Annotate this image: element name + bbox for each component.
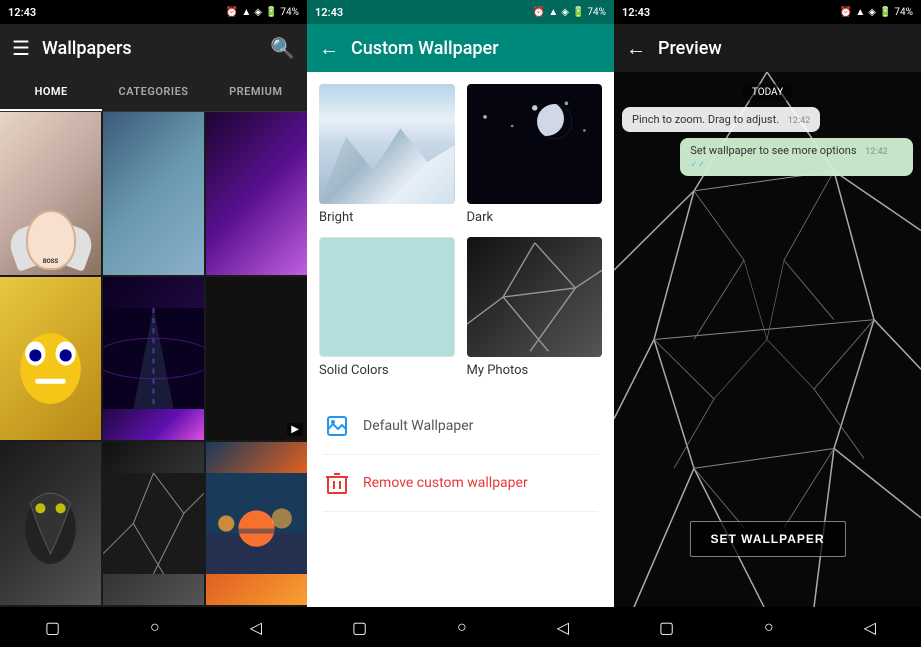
signal-icon-3: ▲ [855,7,865,18]
time-3: 12:43 [622,6,650,19]
search-icon[interactable]: 🔍 [270,36,295,60]
option-dark[interactable]: Dark [467,84,603,225]
option-actions: Default Wallpaper Remove custom wallpape… [307,390,614,520]
back-icon-2[interactable]: ← [319,36,339,61]
status-icons-2: ⏰ ▲ ◈ 🔋 74% [533,7,606,18]
chat-bubbles: TODAY Pinch to zoom. Drag to adjust. 12:… [614,84,921,176]
panel-custom-wallpaper: 12:43 ⏰ ▲ ◈ 🔋 74% ← Custom Wallpaper Bri… [307,0,614,647]
nav-square-3[interactable]: ▢ [659,618,674,637]
toolbar-3: ← Preview [614,24,921,72]
tab-home[interactable]: HOME [0,72,102,111]
wifi-icon-3: ◈ [868,7,876,18]
time-2: 12:43 [315,6,343,19]
solid-label: Solid Colors [319,363,455,378]
nav-triangle-3[interactable]: ◁ [864,618,876,637]
action-remove[interactable]: Remove custom wallpaper [323,455,598,512]
wifi-icon-2: ◈ [561,7,569,18]
wallpaper-options-grid: Bright Dark Solid Colors [307,72,614,390]
wallpaper-cell-sunset[interactable] [206,442,307,605]
panel3-title: Preview [658,38,909,59]
status-bar-3: 12:43 ⏰ ▲ ◈ 🔋 74% [614,0,921,24]
panel-wallpapers: 12:43 ⏰ ▲ ◈ 🔋 74% ☰ Wallpapers 🔍 HOME CA… [0,0,307,647]
nav-bar-1: ▢ ○ ◁ [0,607,307,647]
nav-square-2[interactable]: ▢ [352,618,367,637]
panel2-title: Custom Wallpaper [351,38,602,59]
status-bar-1: 12:43 ⏰ ▲ ◈ 🔋 74% [0,0,307,24]
wallpaper-cell-umbrella[interactable] [103,112,204,275]
myphotos-label: My Photos [467,363,603,378]
battery-pct-1: 74% [280,7,299,18]
tabs-bar: HOME CATEGORIES PREMIUM [0,72,307,112]
nav-square-1[interactable]: ▢ [45,618,60,637]
nav-circle-3[interactable]: ○ [764,617,774,637]
solid-thumb [319,237,455,357]
wallpaper-cell-dragon[interactable] [0,442,101,605]
tab-categories[interactable]: CATEGORIES [102,72,204,111]
alarm-icon: ⏰ [226,7,238,18]
tab-premium[interactable]: PREMIUM [205,72,307,111]
status-icons-3: ⏰ ▲ ◈ 🔋 74% [840,7,913,18]
bubble-1: Pinch to zoom. Drag to adjust. 12:42 [622,107,820,132]
nav-triangle-1[interactable]: ◁ [250,618,262,637]
nav-bar-2: ▢ ○ ◁ [307,607,614,647]
battery-icon: 🔋 [265,7,277,18]
wallpaper-cell-video[interactable]: ▶ [206,277,307,440]
dark-thumb [467,84,603,204]
wallpaper-cell-galaxy[interactable] [206,112,307,275]
dark-label: Dark [467,210,603,225]
date-badge: TODAY [742,84,793,101]
status-icons-1: ⏰ ▲ ◈ 🔋 74% [226,7,299,18]
remove-wallpaper-icon [323,469,351,497]
action-default[interactable]: Default Wallpaper [323,398,598,455]
wallpaper-cell-sponge[interactable] [0,277,101,440]
panel-preview: 12:43 ⏰ ▲ ◈ 🔋 74% ← Preview [614,0,921,647]
wallpaper-grid: BOSS ▶ [0,112,307,607]
option-myphotos[interactable]: My Photos [467,237,603,378]
bright-thumb [319,84,455,204]
default-wallpaper-label: Default Wallpaper [363,418,473,434]
signal-icon: ▲ [241,7,251,18]
alarm-icon-3: ⏰ [840,7,852,18]
back-icon-3[interactable]: ← [626,36,646,61]
alarm-icon-2: ⏰ [533,7,545,18]
toolbar-2: ← Custom Wallpaper [307,24,614,72]
nav-bar-3: ▢ ○ ◁ [614,607,921,647]
signal-icon-2: ▲ [548,7,558,18]
bubble-1-time: 12:42 [788,116,810,126]
tick-icon: ✓✓ [690,160,705,170]
toolbar-1: ☰ Wallpapers 🔍 [0,24,307,72]
status-bar-2: 12:43 ⏰ ▲ ◈ 🔋 74% [307,0,614,24]
wallpaper-cell-shatter[interactable] [103,442,204,605]
battery-pct-3: 74% [894,7,913,18]
bright-label: Bright [319,210,455,225]
wallpaper-cell-road[interactable] [103,277,204,440]
default-wallpaper-icon [323,412,351,440]
app-title: Wallpapers [42,38,258,59]
hamburger-icon[interactable]: ☰ [12,36,30,60]
battery-icon-2: 🔋 [572,7,584,18]
bubble-2: Set wallpaper to see more options 12:42 … [680,138,913,176]
wallpaper-cell-anime[interactable]: BOSS [0,112,101,275]
preview-content: TODAY Pinch to zoom. Drag to adjust. 12:… [614,72,921,607]
option-bright[interactable]: Bright [319,84,455,225]
option-solid[interactable]: Solid Colors [319,237,455,378]
battery-icon-3: 🔋 [879,7,891,18]
nav-triangle-2[interactable]: ◁ [557,618,569,637]
wifi-icon: ◈ [254,7,262,18]
nav-circle-2[interactable]: ○ [457,617,467,637]
set-wallpaper-button[interactable]: SET WALLPAPER [689,521,845,557]
battery-pct-2: 74% [587,7,606,18]
myphotos-thumb [467,237,603,357]
remove-wallpaper-label: Remove custom wallpaper [363,475,528,491]
time-1: 12:43 [8,6,36,19]
nav-circle-1[interactable]: ○ [150,617,160,637]
